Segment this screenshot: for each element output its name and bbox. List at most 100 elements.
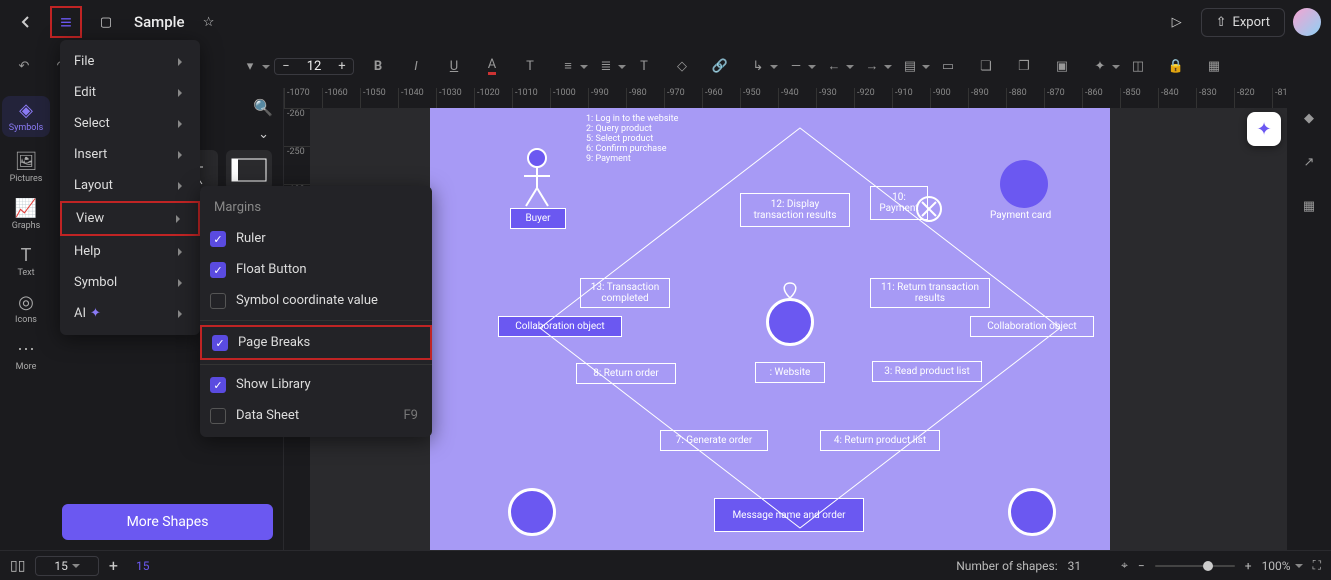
bold-icon[interactable]: B (364, 52, 392, 80)
play-icon[interactable]: ▷ (1161, 6, 1193, 38)
connector-icon[interactable]: ↳ (744, 52, 772, 80)
font-size-minus[interactable]: − (275, 59, 297, 74)
submenu-header: Margins (200, 192, 432, 223)
underline-icon[interactable]: U (440, 52, 468, 80)
zoom-slider[interactable] (1155, 565, 1235, 567)
left-rail: ◈Symbols 🖼Pictures 📈Graphs TText ◎Icons … (0, 88, 52, 550)
self-loop (766, 258, 814, 298)
crop-icon[interactable]: ◫ (1124, 52, 1152, 80)
line-spacing-icon[interactable]: ≣ (592, 52, 620, 80)
shape-count-label: Number of shapes: (956, 559, 1057, 573)
menu-item-view[interactable]: View (60, 201, 200, 236)
font-size-value[interactable]: 12 (297, 59, 331, 74)
fill-icon[interactable]: ◆ (1295, 104, 1323, 132)
rail-icons[interactable]: ◎Icons (2, 292, 50, 325)
menu-item-ai[interactable]: AI✦ (60, 298, 200, 329)
text-tool-icon[interactable]: T (630, 52, 658, 80)
graphs-icon: 📈 (15, 198, 37, 219)
menu-item-select[interactable]: Select (60, 108, 200, 139)
view-option-show-library[interactable]: ✓Show Library (200, 369, 432, 400)
add-page-icon[interactable]: + (109, 556, 118, 575)
document-icon: ▢ (90, 6, 122, 38)
grid-icon[interactable]: ▦ (1295, 192, 1323, 220)
view-option-data-sheet[interactable]: Data SheetF9 (200, 400, 432, 431)
link-icon[interactable]: 🔗 (706, 52, 734, 80)
lock-icon[interactable]: 🔒 (1162, 52, 1190, 80)
horizontal-ruler: -1070-1060-1050-1040-1030-1020-1010-1000… (284, 88, 1287, 108)
more-icon: ⋯ (17, 339, 35, 360)
border-icon[interactable]: ▤ (896, 52, 924, 80)
font-size-plus[interactable]: + (331, 59, 353, 74)
line-style-icon[interactable]: — (782, 52, 810, 80)
back-icon[interactable] (10, 6, 42, 38)
symbols-icon: ◈ (19, 100, 33, 121)
canvas-stage[interactable]: Buyer 1: Log in to the website 2: Query … (310, 108, 1287, 550)
canvas-area: -1070-1060-1050-1040-1030-1020-1010-1000… (284, 88, 1287, 550)
strike-icon[interactable]: T (516, 52, 544, 80)
view-submenu: Margins ✓Ruler✓Float ButtonSymbol coordi… (200, 186, 432, 437)
effects-icon[interactable]: ✦ (1086, 52, 1114, 80)
menu-item-file[interactable]: File (60, 46, 200, 77)
view-option-float-button[interactable]: ✓Float Button (200, 254, 432, 285)
diamond-outline (520, 118, 1080, 548)
title-bar: ≡ ▢ Sample ☆ ▷ ⇧ Export (0, 0, 1331, 44)
right-rail: ◆ ↗ ▦ (1287, 88, 1331, 550)
font-size-control: − 12 + (274, 58, 354, 75)
arrow-end-icon[interactable]: → (858, 52, 886, 80)
fullscreen-icon[interactable]: ⛶ (1313, 558, 1321, 573)
upload-icon: ⇧ (1216, 15, 1227, 30)
main-menu-button[interactable]: ≡ (50, 6, 82, 38)
active-page-tab[interactable]: 15 (128, 559, 158, 573)
view-option-symbol-coordinate-value[interactable]: Symbol coordinate value (200, 285, 432, 316)
zoom-out-icon[interactable]: − (1138, 559, 1145, 573)
hamburger-icon: ≡ (60, 10, 72, 35)
layer-front-icon[interactable]: ❏ (972, 52, 1000, 80)
status-bar: ▯▯ 15 + 15 Number of shapes: 31 ⌖ − + 10… (0, 550, 1331, 580)
view-option-ruler[interactable]: ✓Ruler (200, 223, 432, 254)
layer-back-icon[interactable]: ❐ (1010, 52, 1038, 80)
box-icon[interactable]: ▭ (934, 52, 962, 80)
export-label: Export (1232, 15, 1270, 30)
menu-item-help[interactable]: Help (60, 236, 200, 267)
arrow-start-icon[interactable]: ← (820, 52, 848, 80)
align-icon[interactable]: ≡ (554, 52, 582, 80)
export-icon[interactable]: ↗ (1295, 148, 1323, 176)
rail-symbols[interactable]: ◈Symbols (2, 96, 50, 137)
zoom-value[interactable]: 100% (1262, 559, 1303, 573)
user-avatar[interactable] (1293, 8, 1321, 36)
rail-more[interactable]: ⋯More (2, 339, 50, 372)
page-select[interactable]: 15 (35, 556, 99, 576)
pages-icon[interactable]: ▯▯ (10, 558, 25, 574)
rail-text[interactable]: TText (2, 245, 50, 278)
shape-count-value: 31 (1068, 559, 1082, 573)
star-icon[interactable]: ☆ (193, 6, 225, 38)
rail-graphs[interactable]: 📈Graphs (2, 198, 50, 231)
menu-item-edit[interactable]: Edit (60, 77, 200, 108)
italic-icon[interactable]: I (402, 52, 430, 80)
shape-rect[interactable] (226, 150, 272, 190)
shape-tool-icon[interactable]: ◇ (668, 52, 696, 80)
menu-item-layout[interactable]: Layout (60, 170, 200, 201)
export-button[interactable]: ⇧ Export (1201, 8, 1285, 37)
more-shapes-button[interactable]: More Shapes (62, 504, 273, 540)
focus-icon[interactable]: ⌖ (1121, 558, 1128, 573)
group-icon[interactable]: ▣ (1048, 52, 1076, 80)
collapse-icon[interactable]: ⌄ (258, 127, 269, 142)
menu-item-insert[interactable]: Insert (60, 139, 200, 170)
canvas-page: Buyer 1: Log in to the website 2: Query … (430, 108, 1110, 550)
undo-icon[interactable]: ↶ (10, 52, 38, 80)
main-menu: FileEditSelectInsertLayoutViewHelpSymbol… (60, 40, 200, 335)
ai-assistant-button[interactable]: ✦ (1247, 112, 1281, 146)
rail-pictures[interactable]: 🖼Pictures (2, 151, 50, 184)
icons-icon: ◎ (18, 292, 34, 313)
text-color-icon[interactable]: A (478, 52, 506, 80)
menu-item-symbol[interactable]: Symbol (60, 267, 200, 298)
table-icon[interactable]: ▦ (1200, 52, 1228, 80)
pictures-icon: 🖼 (15, 151, 38, 172)
search-icon[interactable]: 🔍 (253, 98, 273, 117)
font-family-select[interactable]: ▾ (236, 52, 264, 80)
text-icon: T (21, 245, 32, 266)
document-title: Sample (134, 13, 185, 31)
zoom-in-icon[interactable]: + (1245, 559, 1252, 573)
view-option-page-breaks[interactable]: ✓Page Breaks (200, 325, 432, 360)
